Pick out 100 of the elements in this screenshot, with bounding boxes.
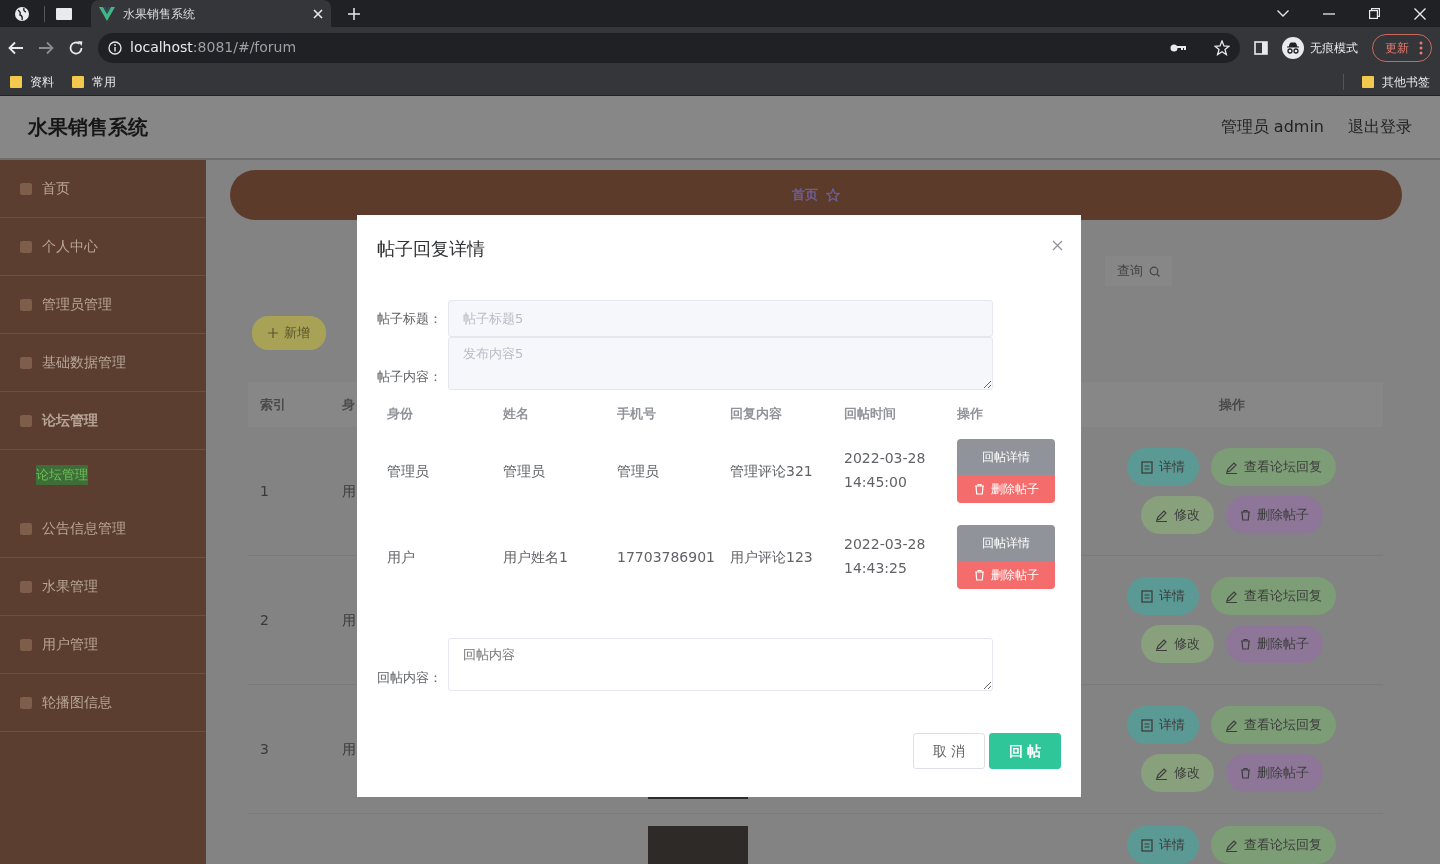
menu-icon bbox=[20, 414, 32, 427]
search-button[interactable]: 查询 bbox=[1105, 256, 1172, 286]
menu-icon bbox=[20, 696, 32, 709]
update-button[interactable]: 更新 bbox=[1372, 33, 1432, 62]
trash-icon bbox=[1239, 767, 1251, 779]
trash-icon bbox=[973, 483, 985, 495]
more-vertical-icon bbox=[1419, 40, 1423, 55]
folder-icon bbox=[72, 74, 84, 89]
document-icon bbox=[1141, 460, 1153, 474]
action-button[interactable]: 删除帖子 bbox=[1225, 754, 1323, 792]
menu-icon bbox=[20, 638, 32, 651]
table-cell: 用 bbox=[342, 482, 356, 499]
table-cell: 2 bbox=[260, 611, 269, 628]
restore-icon[interactable] bbox=[1369, 8, 1380, 19]
action-button[interactable]: 查看论坛回复 bbox=[1211, 577, 1336, 615]
add-button[interactable]: 新增 bbox=[252, 316, 326, 350]
pencil-icon bbox=[1154, 766, 1168, 780]
v-logo-icon bbox=[99, 6, 115, 21]
bookmark[interactable]: 资料 bbox=[10, 72, 54, 91]
action-button[interactable]: 详情 bbox=[1127, 448, 1199, 486]
menu-icon bbox=[20, 240, 32, 253]
column-header: 姓名 bbox=[503, 406, 529, 422]
side-panel-icon[interactable] bbox=[1254, 40, 1268, 55]
pencil-icon bbox=[1154, 637, 1168, 651]
star-icon bbox=[826, 188, 840, 202]
menu-icon bbox=[20, 182, 32, 195]
folder-icon bbox=[10, 74, 22, 89]
plus-icon[interactable] bbox=[348, 7, 360, 20]
key-icon[interactable] bbox=[1170, 42, 1186, 53]
user-label[interactable]: 管理员 admin bbox=[1220, 115, 1324, 139]
close-icon[interactable] bbox=[313, 8, 323, 19]
action-button[interactable]: 详情 bbox=[1127, 826, 1199, 864]
column-header: 手机号 bbox=[617, 406, 656, 422]
incognito-icon bbox=[1282, 36, 1304, 59]
window-icon[interactable] bbox=[56, 7, 72, 20]
action-button[interactable]: 修改 bbox=[1140, 754, 1214, 792]
action-button[interactable]: 查看论坛回复 bbox=[1211, 826, 1336, 864]
column-header: 操作 bbox=[957, 406, 983, 422]
table-cell: 用 bbox=[342, 611, 356, 628]
reply-field[interactable]: 回帖内容 bbox=[448, 638, 993, 691]
star-icon[interactable] bbox=[1214, 39, 1230, 56]
logout-link[interactable]: 退出登录 bbox=[1348, 115, 1412, 139]
table-cell: 管理员 bbox=[503, 462, 545, 479]
plus-icon bbox=[268, 328, 278, 338]
dialog-title: 帖子回复详情 bbox=[377, 238, 485, 259]
bookmark[interactable]: 其他书签 bbox=[1362, 72, 1430, 91]
folder-icon bbox=[1362, 74, 1374, 89]
column-header: 操作 bbox=[1218, 396, 1245, 412]
sidebar-subitem[interactable]: 论坛管理 bbox=[36, 465, 88, 485]
info-icon bbox=[108, 40, 122, 55]
trash-icon bbox=[1239, 638, 1251, 650]
trash-icon bbox=[973, 569, 985, 581]
menu-icon bbox=[20, 580, 32, 593]
table-cell: 3 bbox=[260, 740, 269, 757]
pencil-icon bbox=[1225, 718, 1238, 732]
menu-icon bbox=[20, 298, 32, 311]
table-cell: 用 bbox=[342, 740, 356, 757]
column-header: 回复内容 bbox=[730, 406, 782, 422]
table-cell: 管理评论321 bbox=[730, 462, 813, 479]
action-button[interactable]: 回帖详情 bbox=[957, 525, 1055, 561]
address-bar[interactable]: localhost:8081/#/forum bbox=[98, 32, 1240, 63]
pencil-icon bbox=[1225, 838, 1238, 852]
action-button[interactable]: 删除帖子 bbox=[957, 561, 1055, 589]
action-button[interactable]: 详情 bbox=[1127, 577, 1199, 615]
browser-tab[interactable]: 水果销售系统 bbox=[91, 0, 331, 27]
close-icon bbox=[1052, 239, 1063, 251]
tab-title: 水果销售系统 bbox=[123, 5, 196, 23]
pencil-icon bbox=[1225, 460, 1238, 474]
action-button[interactable]: 修改 bbox=[1140, 625, 1214, 663]
globe-icon[interactable] bbox=[14, 5, 30, 22]
table-cell: 管理员 bbox=[387, 462, 429, 479]
app-title: 水果销售系统 bbox=[28, 114, 148, 141]
close-icon[interactable] bbox=[1414, 7, 1426, 20]
cancel-button[interactable]: 取 消 bbox=[913, 733, 985, 769]
bookmark[interactable]: 常用 bbox=[72, 72, 116, 91]
reload-icon[interactable] bbox=[68, 39, 84, 56]
minimize-icon[interactable] bbox=[1323, 12, 1335, 15]
action-button[interactable]: 回帖详情 bbox=[957, 439, 1055, 475]
field-label: 回帖内容： bbox=[377, 668, 440, 687]
column-header: 身份 bbox=[387, 406, 413, 422]
pencil-icon bbox=[1225, 589, 1238, 603]
action-button[interactable]: 删除帖子 bbox=[1225, 625, 1323, 663]
action-button[interactable]: 详情 bbox=[1127, 706, 1199, 744]
action-button[interactable]: 查看论坛回复 bbox=[1211, 448, 1336, 486]
action-button[interactable]: 查看论坛回复 bbox=[1211, 706, 1336, 744]
table-cell: 2022-03-28 14:45:00 bbox=[844, 450, 926, 490]
field-label: 帖子内容： bbox=[377, 367, 440, 386]
table-cell: 2022-03-28 14:43:25 bbox=[844, 536, 926, 576]
table-cell: 用户 bbox=[387, 548, 415, 565]
action-button[interactable]: 修改 bbox=[1140, 496, 1214, 534]
action-button[interactable]: 删除帖子 bbox=[1225, 496, 1323, 534]
forward-arrow-icon[interactable] bbox=[38, 40, 54, 55]
menu-icon bbox=[20, 356, 32, 369]
submit-button[interactable]: 回 帖 bbox=[989, 733, 1061, 769]
document-icon bbox=[1141, 838, 1153, 852]
back-arrow-icon[interactable] bbox=[8, 40, 24, 55]
action-button[interactable]: 删除帖子 bbox=[957, 475, 1055, 503]
table-cell: 17703786901 bbox=[617, 548, 715, 565]
chevron-down-icon[interactable] bbox=[1277, 10, 1289, 17]
document-icon bbox=[1141, 718, 1153, 732]
